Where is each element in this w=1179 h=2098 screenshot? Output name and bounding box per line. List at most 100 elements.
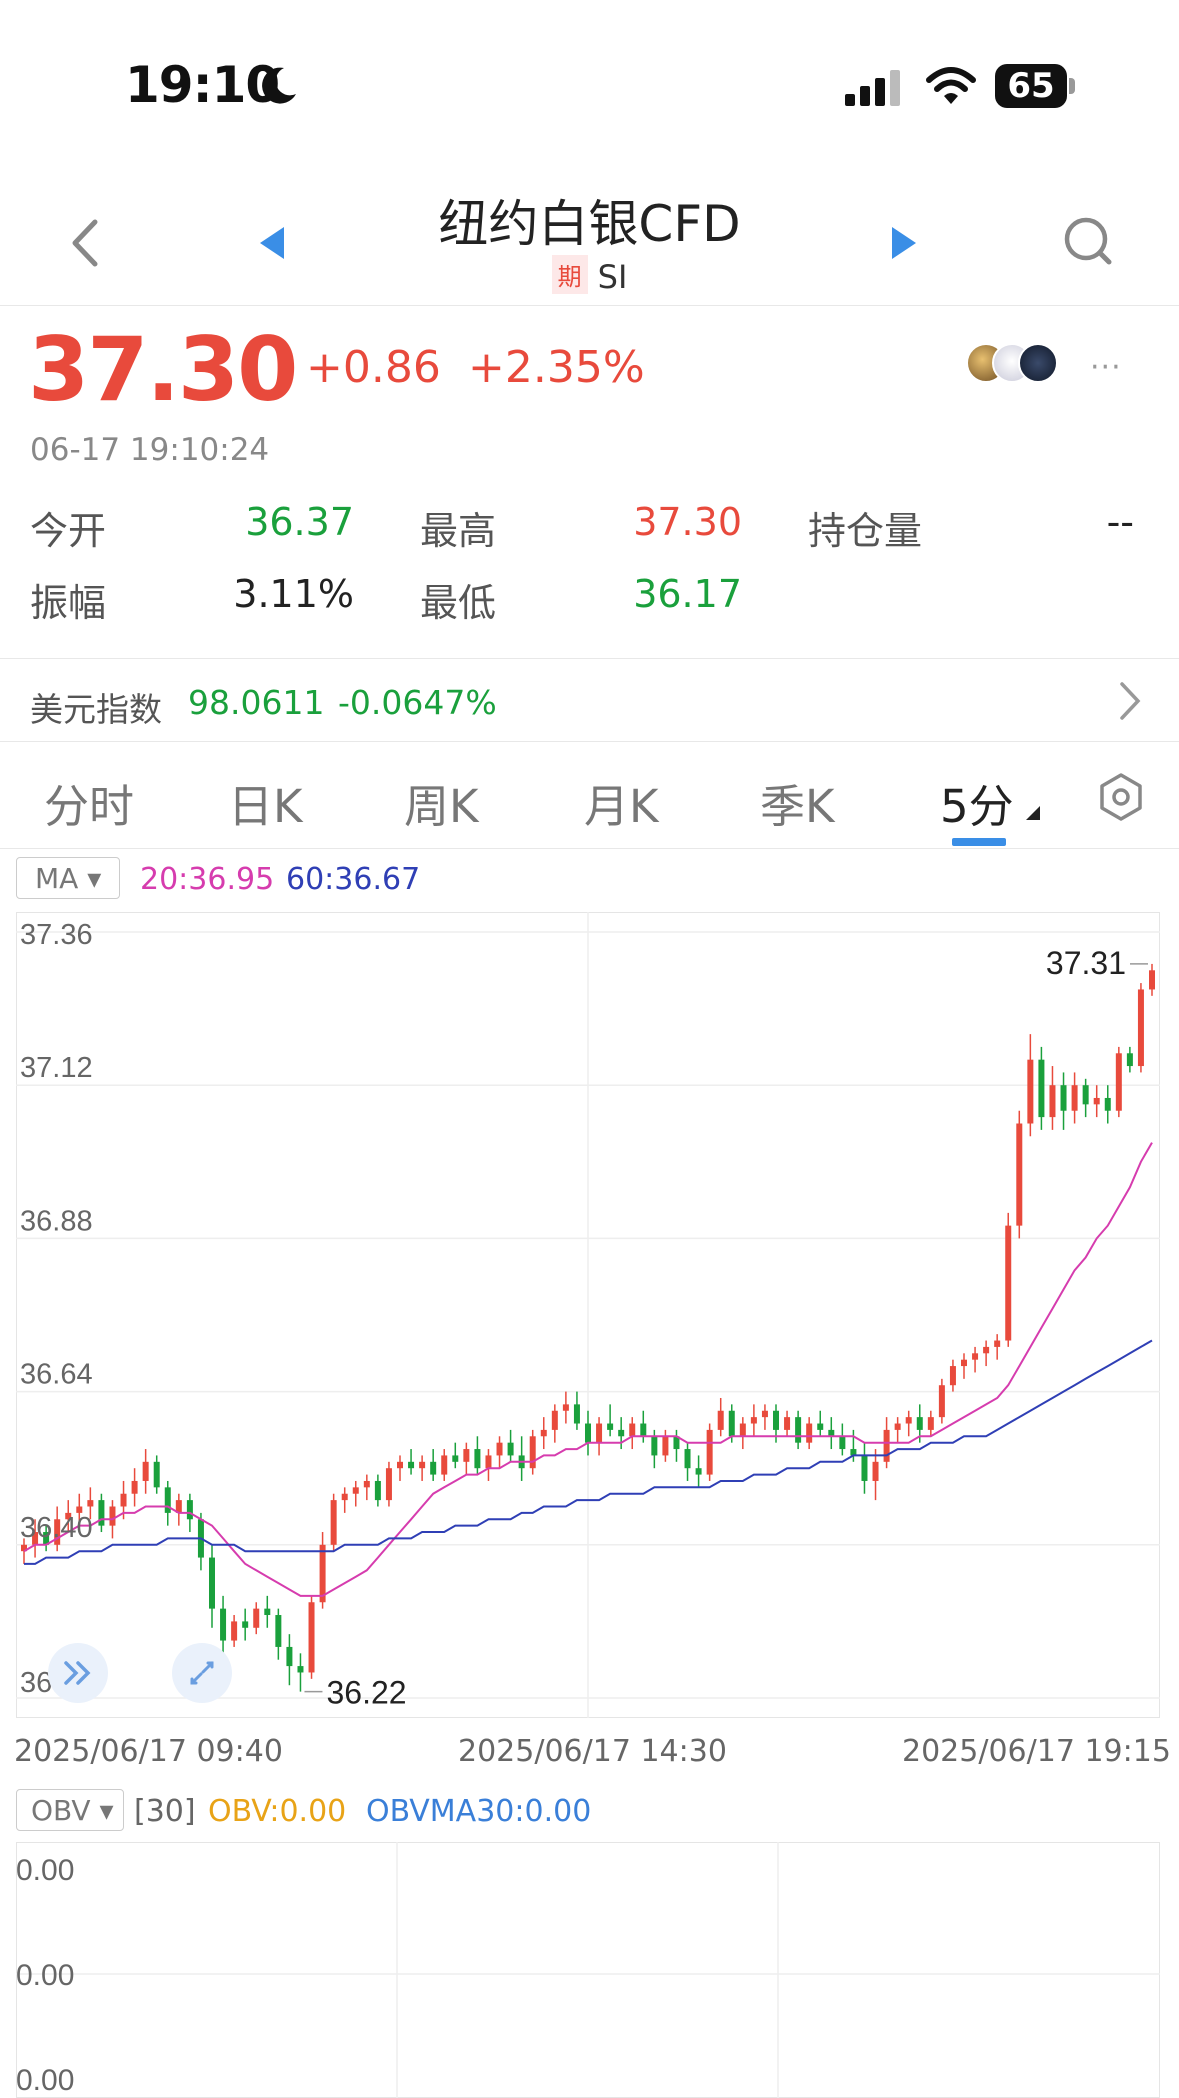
candle-body: [430, 1461, 437, 1475]
usd-index-row[interactable]: [0, 659, 1179, 741]
obv-value: OBV:0.00: [208, 1794, 347, 1829]
usd-index-label: 美元指数: [30, 690, 162, 729]
candle-body: [209, 1557, 215, 1609]
candle-body: [419, 1461, 426, 1469]
tab-monthly-k[interactable]: 月K: [584, 770, 659, 835]
ma-indicator-select[interactable]: MA ▾: [16, 857, 120, 899]
candle-body: [596, 1423, 603, 1443]
candle-body: [640, 1423, 647, 1437]
candle-body: [485, 1455, 492, 1469]
tab-intraday[interactable]: 分时: [44, 770, 134, 835]
candle-body: [607, 1423, 614, 1430]
candle-body: [1060, 1085, 1067, 1111]
candle-body: [706, 1429, 713, 1475]
wifi-icon: [926, 67, 976, 104]
expand-sidebar-button[interactable]: [48, 1643, 108, 1703]
candle-body: [253, 1608, 260, 1628]
ma60-legend: 60:36.67: [286, 862, 421, 897]
y-tick-label: 37.36: [20, 919, 93, 951]
candle-body: [618, 1429, 625, 1437]
candle-body: [164, 1487, 171, 1513]
candle-body: [131, 1480, 138, 1494]
price-change: +0.86: [306, 342, 441, 393]
search-icon[interactable]: [1062, 215, 1114, 267]
candle-body: [1126, 1053, 1133, 1067]
tab-daily-k[interactable]: 日K: [228, 770, 303, 835]
obvma-value: OBVMA30:0.00: [366, 1794, 592, 1829]
next-triangle-icon[interactable]: [890, 225, 918, 261]
candle-body: [1005, 1225, 1012, 1341]
candle-body: [949, 1366, 956, 1386]
divider: [0, 741, 1179, 742]
candle-body: [507, 1442, 514, 1456]
candle-body: [651, 1436, 658, 1456]
user-avatars[interactable]: [966, 343, 1058, 393]
futures-tag: 期: [551, 255, 588, 294]
candle-body: [784, 1417, 791, 1430]
divider: [0, 305, 1179, 306]
candle-body: [927, 1417, 934, 1430]
low-label: 最低: [420, 581, 497, 625]
candle-body: [231, 1621, 238, 1641]
candle-body: [120, 1493, 127, 1507]
high-label: 最高: [420, 509, 497, 553]
moon-icon: [262, 67, 296, 104]
candle-body: [551, 1410, 558, 1430]
ma-indicator-label: MA: [35, 862, 79, 895]
more-icon[interactable]: ···: [1090, 350, 1122, 385]
candle-body: [961, 1359, 967, 1367]
candle-body: [872, 1461, 879, 1481]
candle-body: [795, 1417, 802, 1443]
candle-body: [983, 1346, 990, 1354]
candle-body: [1137, 989, 1144, 1067]
chevron-right-icon[interactable]: [1118, 680, 1142, 722]
candle-body: [629, 1423, 636, 1437]
amplitude-value: 3.11%: [233, 572, 354, 616]
y-tick-label: 36.40: [20, 1512, 93, 1544]
candle-body: [264, 1608, 271, 1616]
candle-body: [441, 1455, 448, 1475]
candle-body: [1104, 1097, 1111, 1111]
fullscreen-icon: [190, 1661, 214, 1685]
double-chevron-right-icon: [64, 1661, 91, 1685]
candle-body: [994, 1340, 1001, 1347]
signal-icon: [845, 70, 900, 106]
candle-body: [761, 1410, 768, 1418]
open-value: 36.37: [245, 500, 354, 544]
candle-body: [883, 1429, 890, 1462]
candle-body: [109, 1506, 116, 1526]
amplitude-label: 振幅: [30, 581, 107, 625]
last-price: 37.30: [28, 318, 298, 421]
kline-chart[interactable]: 37.3637.1236.8836.6436.4036.1637.3136.22: [16, 912, 1160, 1718]
candle-body: [750, 1417, 757, 1424]
candle-body: [861, 1455, 868, 1481]
candle-body: [98, 1500, 105, 1526]
max-price-label: 37.31: [1046, 945, 1126, 981]
candle-body: [662, 1436, 669, 1456]
candle-body: [1038, 1059, 1045, 1118]
candle-body: [562, 1404, 569, 1411]
active-tab-indicator: [952, 838, 1006, 846]
obv-indicator-select[interactable]: OBV ▾: [16, 1789, 124, 1831]
usd-index-value: 98.0611: [188, 683, 325, 722]
candle-body: [773, 1410, 779, 1430]
tab-quarterly-k[interactable]: 季K: [760, 770, 835, 835]
candle-body: [242, 1621, 249, 1628]
tab-5min[interactable]: 5分: [940, 770, 1014, 835]
candle-body: [286, 1646, 293, 1667]
fullscreen-button[interactable]: [172, 1643, 232, 1703]
candle-body: [220, 1608, 227, 1641]
y-tick-label: 36.88: [20, 1205, 93, 1237]
page-title: 纽约白银CFD: [438, 195, 741, 253]
candle-body: [728, 1410, 735, 1437]
usd-index-change: -0.0647%: [338, 683, 497, 722]
candle-body: [363, 1480, 370, 1488]
tab-weekly-k[interactable]: 周K: [404, 770, 479, 835]
candle-body: [573, 1404, 580, 1424]
candle-body: [186, 1500, 193, 1520]
candle-body: [739, 1423, 746, 1437]
avatar: [1018, 343, 1058, 383]
settings-icon[interactable]: [1098, 772, 1144, 822]
obv-chart[interactable]: 0.00 0.00 0.00: [16, 1842, 1160, 2098]
candle-body: [308, 1602, 315, 1673]
